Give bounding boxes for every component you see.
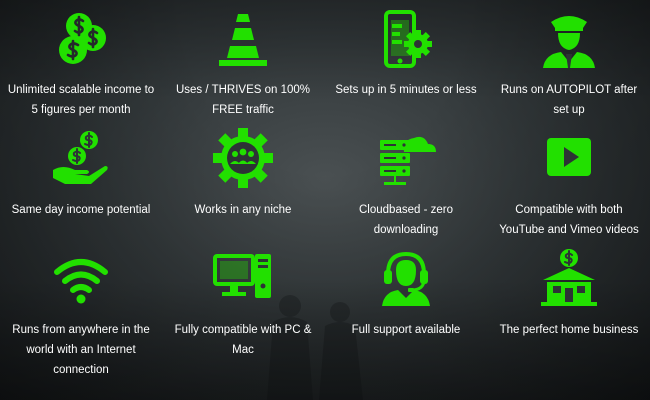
feature-label: Full support available [351,324,461,336]
feature-label: Works in any niche [194,204,292,216]
feature-label: The perfect home business [499,324,639,336]
phone-gear-icon [374,8,438,72]
play-button-icon [537,126,601,190]
feature-label: Unlimited scalable income to 5 figures p… [7,84,155,116]
feature-label: Runs on AUTOPILOT after set up [500,84,638,116]
wifi-icon [49,246,113,310]
feature-label: Compatible with both YouTube and Vimeo v… [499,204,639,236]
gear-people-icon [211,126,275,190]
feature-label: Uses / THRIVES on 100% FREE traffic [175,84,310,116]
home-business-icon [537,246,601,310]
cloud-server-icon [374,126,438,190]
feature-label: Runs from anywhere in the world with an … [12,324,150,376]
desktop-pc-icon [211,246,275,310]
headset-support-icon [374,246,438,310]
traffic-cone-icon [211,8,275,72]
feature-label: Sets up in 5 minutes or less [335,84,477,96]
hand-coins-icon [49,126,113,190]
pilot-icon [537,8,601,72]
money-coins-icon [49,8,113,72]
feature-label: Same day income potential [11,204,151,216]
feature-label: Fully compatible with PC & Mac [174,324,312,356]
features-grid: Unlimited scalable income to 5 figures p… [0,0,650,400]
feature-label: Cloudbased - zero downloading [359,204,453,236]
